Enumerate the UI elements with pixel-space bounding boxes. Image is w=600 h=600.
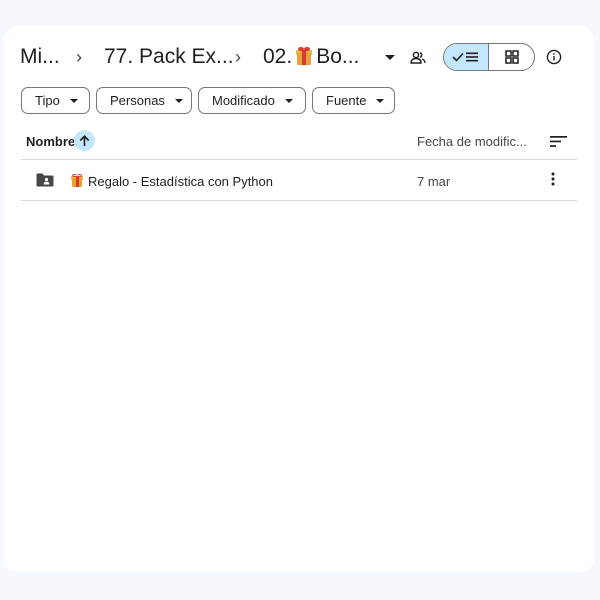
file-name-text: Regalo - Estadística con Python (88, 174, 273, 189)
table-header: Nombre Fecha de modific... (21, 126, 577, 160)
gift-icon (296, 47, 313, 65)
list-view-button[interactable] (444, 44, 490, 70)
grid-icon (504, 50, 519, 64)
gift-icon (71, 174, 83, 187)
table-row[interactable]: Regalo - Estadística con Python 7 mar (21, 161, 577, 201)
filter-chip-personas[interactable]: Personas (96, 87, 192, 114)
info-icon[interactable] (544, 47, 564, 67)
filter-chip-fuente[interactable]: Fuente (312, 87, 395, 114)
filter-chip-label: Modificado (212, 93, 275, 108)
view-toggle (443, 43, 535, 71)
breadcrumb-item-pack[interactable]: 77. Pack Ex... (104, 45, 234, 69)
sort-options-icon[interactable] (550, 135, 567, 153)
filter-chip-label: Personas (110, 93, 165, 108)
more-options-icon[interactable] (551, 172, 555, 191)
chevron-down-icon (376, 98, 385, 103)
chevron-right-icon: › (76, 47, 82, 67)
filter-chip-label: Fuente (326, 93, 367, 108)
breadcrumb-current-suffix: Bo... (316, 45, 360, 68)
shared-folder-icon (36, 173, 54, 192)
breadcrumb: Mi... › 77. Pack Ex... › 02. Bo... (4, 26, 594, 88)
arrow-up-icon (79, 134, 90, 146)
file-modified-date: 7 mar (417, 174, 451, 189)
people-icon[interactable] (408, 48, 428, 68)
column-header-name[interactable]: Nombre (26, 134, 75, 149)
breadcrumb-current-prefix: 02. (263, 45, 293, 68)
filter-chip-label: Tipo (35, 93, 60, 108)
sort-ascending-button[interactable] (74, 130, 95, 151)
filter-chip-tipo[interactable]: Tipo (21, 87, 90, 114)
breadcrumb-item-root[interactable]: Mi... (20, 45, 60, 69)
grid-view-button[interactable] (489, 44, 534, 70)
chevron-down-icon (69, 98, 78, 103)
column-header-date[interactable]: Fecha de modific... (417, 134, 527, 149)
chevron-down-icon (174, 98, 183, 103)
breadcrumb-item-current[interactable]: 02. Bo... (263, 45, 359, 69)
chevron-right-icon: › (235, 47, 241, 67)
drive-panel: Mi... › 77. Pack Ex... › 02. Bo... Tipo … (4, 26, 594, 572)
list-check-icon (452, 52, 478, 62)
chevron-down-icon (284, 98, 293, 103)
filter-chip-modificado[interactable]: Modificado (198, 87, 306, 114)
folder-menu-caret-icon[interactable] (385, 55, 395, 60)
file-name[interactable]: Regalo - Estadística con Python (71, 174, 273, 189)
